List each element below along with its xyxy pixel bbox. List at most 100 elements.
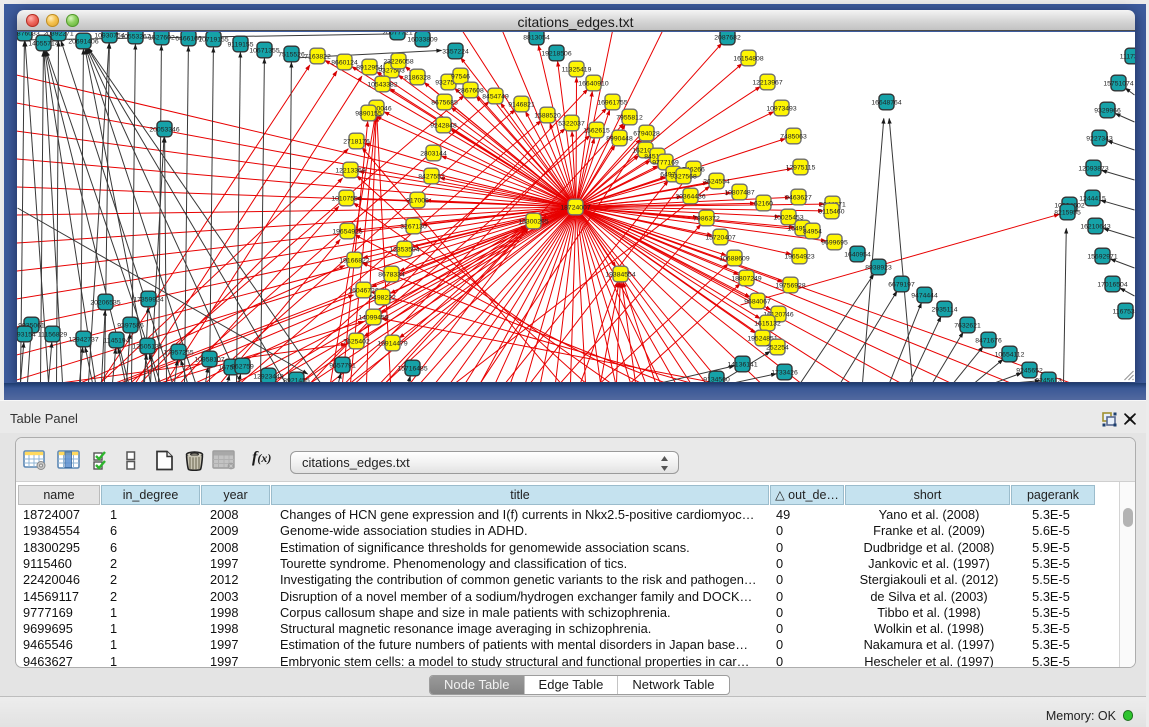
svg-text:12505135: 12505135 [132,343,162,350]
svg-text:6679197: 6679197 [888,281,915,288]
svg-text:1145194: 1145194 [103,337,129,344]
svg-text:17016504: 17016504 [1097,281,1127,288]
svg-text:12942737: 12942737 [68,336,98,343]
svg-text:62160: 62160 [754,200,773,207]
svg-text:10107554: 10107554 [331,195,361,202]
svg-text:15692971: 15692971 [1087,253,1117,260]
svg-text:8471676: 8471676 [975,337,1002,344]
svg-text:1615132: 1615132 [754,320,781,327]
svg-text:2867608: 2867608 [457,87,484,94]
svg-text:2087682: 2087682 [714,34,741,41]
svg-text:20392271: 20392271 [43,32,73,37]
svg-text:6794028: 6794028 [633,130,660,137]
svg-text:8215955: 8215955 [1054,209,1081,216]
svg-text:9329966: 9329966 [1094,107,1121,114]
svg-text:19654923: 19654923 [784,253,814,260]
svg-text:23226058: 23226058 [383,58,413,65]
svg-text:16033809: 16033809 [407,36,437,43]
svg-text:10688609: 10688609 [719,255,749,262]
svg-text:8921455: 8921455 [283,377,310,382]
svg-text:11325419: 11325419 [561,66,591,73]
svg-text:12213369: 12213369 [335,167,365,174]
svg-text:7632621: 7632621 [954,322,981,329]
svg-text:16648764: 16648764 [871,99,901,106]
svg-text:8990448: 8990448 [606,135,633,142]
svg-text:8678334: 8678334 [378,271,405,278]
svg-text:19756928: 19756928 [775,282,805,289]
svg-text:5322037: 5322037 [558,120,585,127]
svg-text:16154808: 16154808 [733,55,763,62]
svg-text:7485063: 7485063 [780,133,807,140]
svg-text:12213967: 12213967 [752,79,782,86]
svg-text:1527602: 1527602 [148,34,175,41]
svg-text:2718176: 2718176 [343,138,370,145]
svg-text:97546: 97546 [451,73,470,80]
svg-text:5498222: 5498222 [369,294,396,301]
svg-text:16914479: 16914479 [377,340,407,347]
svg-text:12353594: 12353594 [389,246,419,253]
svg-text:3267130: 3267130 [400,223,427,230]
svg-text:1733426: 1733426 [771,369,798,376]
svg-text:9474444: 9474444 [911,292,938,299]
svg-text:9245652: 9245652 [1016,367,1043,374]
svg-text:2935114: 2935114 [931,306,957,313]
svg-text:9242848: 9242848 [430,122,457,129]
svg-text:16961755: 16961755 [597,99,627,106]
svg-text:9245613: 9245613 [1035,377,1062,382]
svg-text:8660124: 8660124 [331,59,358,66]
svg-text:10671355: 10671355 [249,47,279,54]
svg-text:7625402: 7625402 [343,338,370,345]
svg-text:16640910: 16640910 [578,80,608,87]
svg-text:917006: 917006 [406,197,429,204]
svg-text:2803144: 2803144 [420,150,447,157]
svg-text:9327568: 9327568 [670,173,697,180]
svg-text:8813054: 8813054 [523,34,550,41]
svg-text:18300295: 18300295 [518,218,548,225]
svg-text:1588520: 1588520 [534,112,561,119]
svg-text:10807487: 10807487 [724,189,754,196]
svg-text:962759: 962759 [231,363,254,370]
svg-text:15720407: 15720407 [705,234,735,241]
svg-text:9397586: 9397586 [117,322,144,329]
svg-text:1167533: 1167533 [1112,308,1134,315]
svg-text:10719155: 10719155 [198,36,228,43]
svg-text:9657791: 9657791 [329,362,356,369]
svg-text:16210643: 16210643 [1080,223,1110,230]
svg-text:12975115: 12975115 [785,164,815,171]
svg-text:9890155: 9890155 [355,110,382,117]
svg-text:7163822: 7163822 [304,53,331,60]
svg-text:9146821: 9146821 [508,101,535,108]
svg-text:15751074: 15751074 [1103,80,1133,87]
svg-text:12923448: 12923448 [253,373,283,380]
svg-text:9684067: 9684067 [744,298,771,305]
svg-text:16046726: 16046726 [348,287,378,294]
svg-text:19218506: 19218506 [541,50,571,57]
svg-text:19384554: 19384554 [605,271,635,278]
svg-text:10973493: 10973493 [766,105,796,112]
svg-text:252254: 252254 [766,344,789,351]
svg-text:9227343: 9227343 [1086,135,1113,142]
svg-text:14136141: 14136141 [727,361,757,368]
svg-text:20364436: 20364436 [675,193,705,200]
svg-text:18724007: 18724007 [560,204,590,211]
svg-text:10553267: 10553267 [120,33,150,40]
svg-text:84954: 84954 [803,228,822,235]
svg-text:14099459: 14099459 [358,314,388,321]
svg-text:3357224: 3357224 [442,48,469,55]
svg-text:15716485: 15716485 [397,365,427,372]
svg-text:12093873: 12093873 [1078,165,1108,172]
svg-text:3624554: 3624554 [703,178,730,185]
svg-text:19654925: 19654925 [332,228,362,235]
svg-text:10958107: 10958107 [194,356,224,363]
svg-text:9777169: 9777169 [652,159,679,166]
svg-text:7955812: 7955812 [616,114,643,121]
svg-text:1244415: 1244415 [1079,195,1106,202]
svg-text:993154: 993154 [17,331,36,338]
svg-text:17957255: 17957255 [163,349,193,356]
svg-text:19166822: 19166822 [339,257,369,264]
svg-text:11156829: 11156829 [37,331,66,338]
svg-text:7986372: 7986372 [693,215,720,222]
svg-text:20691406: 20691406 [68,38,98,45]
svg-text:1117350: 1117350 [1119,53,1134,60]
svg-text:18807249: 18807249 [731,275,761,282]
